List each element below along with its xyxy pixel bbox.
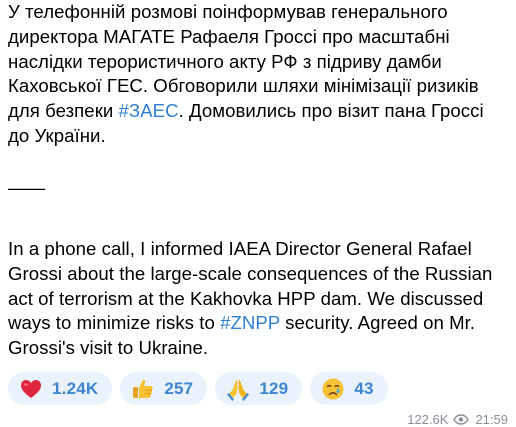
reaction-heart[interactable]: 1.24K xyxy=(8,372,113,405)
reactions-bar: 1.24K 257 129 43 xyxy=(8,372,388,405)
text-separator: —— xyxy=(8,177,46,198)
heart-icon xyxy=(19,377,43,401)
message-time: 21:59 xyxy=(475,412,508,427)
hashtag-link-zaes[interactable]: #ЗАЕС xyxy=(119,100,179,121)
crying-face-icon xyxy=(321,377,345,401)
view-count: 122.6K xyxy=(407,412,449,427)
reaction-count: 1.24K xyxy=(52,378,99,398)
reaction-folded-hands[interactable]: 129 xyxy=(215,372,303,405)
thumbs-up-icon xyxy=(131,377,155,401)
reaction-count: 257 xyxy=(164,378,194,398)
message-text-ukrainian: У телефонній розмові поінформував генера… xyxy=(8,0,508,149)
reaction-thumbs-up[interactable]: 257 xyxy=(120,372,208,405)
reaction-count: 43 xyxy=(354,378,374,398)
hashtag-link-znpp[interactable]: #ZNPP xyxy=(220,312,280,333)
reaction-crying-face[interactable]: 43 xyxy=(310,372,388,405)
message-bubble: У телефонній розмові поінформував генера… xyxy=(8,0,508,427)
reaction-count: 129 xyxy=(259,378,289,398)
folded-hands-icon xyxy=(226,377,250,401)
message-meta: 122.6K 21:59 xyxy=(407,412,508,427)
eye-icon xyxy=(453,414,470,425)
message-text-english: In a phone call, I informed IAEA Directo… xyxy=(8,237,508,361)
